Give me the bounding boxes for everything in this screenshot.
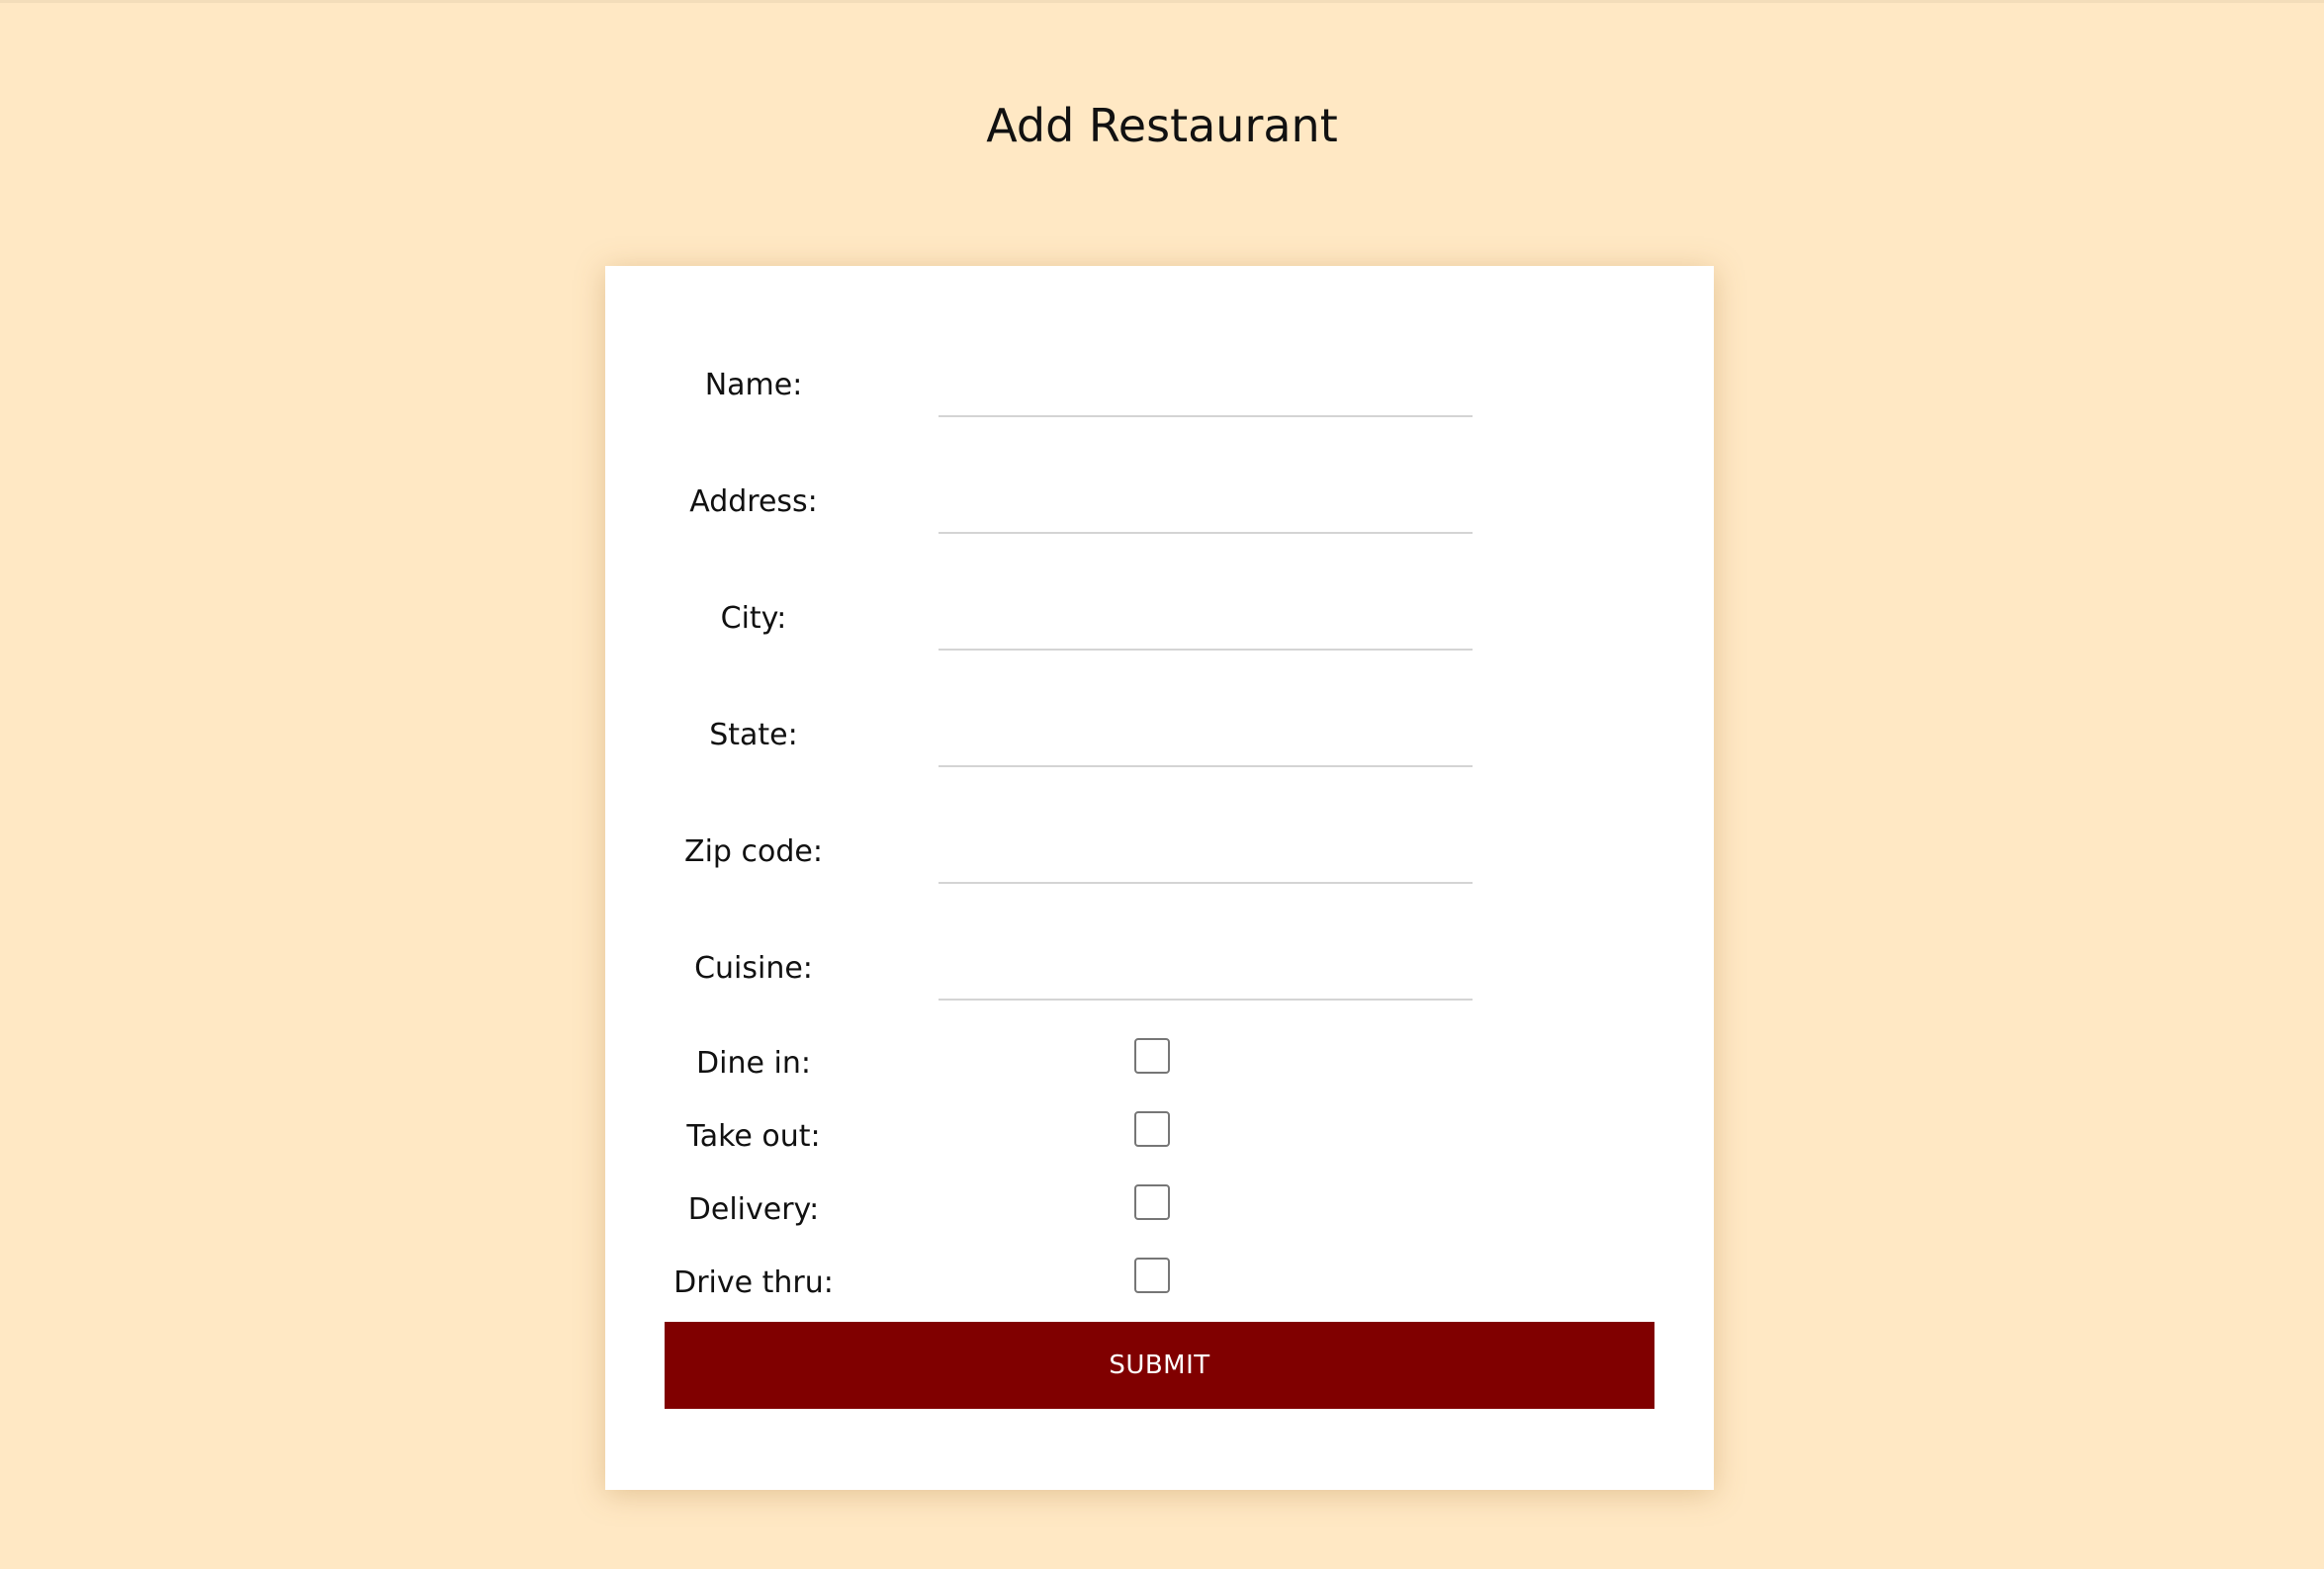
- city-label: City:: [720, 601, 787, 636]
- dine-in-label: Dine in:: [696, 1046, 811, 1081]
- cuisine-field-row: Cuisine:: [605, 949, 1714, 1028]
- drive-thru-checkbox[interactable]: [1134, 1258, 1170, 1293]
- zip-code-field-row: Zip code:: [605, 832, 1714, 912]
- zip-code-label: Zip code:: [684, 834, 823, 869]
- city-input[interactable]: [939, 599, 1473, 651]
- take-out-row: Take out:: [605, 1111, 1714, 1177]
- state-label: State:: [709, 718, 798, 752]
- state-input[interactable]: [939, 716, 1473, 767]
- take-out-checkbox[interactable]: [1134, 1111, 1170, 1147]
- dine-in-checkbox[interactable]: [1134, 1038, 1170, 1074]
- name-input[interactable]: [939, 366, 1473, 417]
- take-out-label: Take out:: [686, 1119, 821, 1154]
- state-field-row: State:: [605, 716, 1714, 795]
- top-edge-divider: [0, 0, 2324, 3]
- submit-button[interactable]: SUBMIT: [665, 1322, 1654, 1409]
- delivery-checkbox[interactable]: [1134, 1184, 1170, 1220]
- cuisine-input[interactable]: [939, 949, 1473, 1001]
- dine-in-row: Dine in:: [605, 1038, 1714, 1103]
- name-label: Name:: [704, 368, 803, 402]
- drive-thru-label: Drive thru:: [673, 1265, 834, 1300]
- cuisine-label: Cuisine:: [694, 951, 813, 986]
- address-field-row: Address:: [605, 482, 1714, 562]
- add-restaurant-form-card: Name: Address: City: State: Zip code: Cu…: [605, 266, 1714, 1490]
- address-input[interactable]: [939, 482, 1473, 534]
- delivery-label: Delivery:: [687, 1192, 820, 1227]
- page-title: Add Restaurant: [986, 99, 1338, 152]
- delivery-row: Delivery:: [605, 1184, 1714, 1250]
- city-field-row: City:: [605, 599, 1714, 678]
- address-label: Address:: [689, 484, 818, 519]
- zip-code-input[interactable]: [939, 832, 1473, 884]
- drive-thru-row: Drive thru:: [605, 1258, 1714, 1323]
- name-field-row: Name:: [605, 366, 1714, 445]
